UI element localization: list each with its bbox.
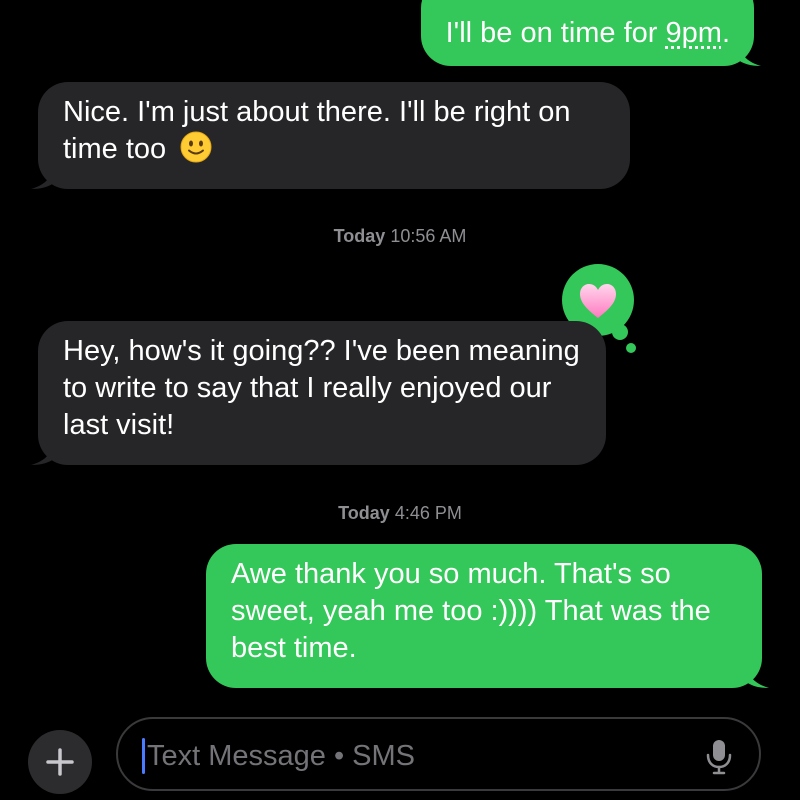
sent-message-bubble[interactable]: I'll be on time for 9pm.: [420, 0, 761, 66]
received-message-bubble[interactable]: Nice. I'm just about there. I'll be righ…: [31, 82, 630, 189]
sent-message-bubble[interactable]: Awe thank you so much. That's so sweet, …: [206, 544, 769, 688]
bubble-tail: [737, 40, 761, 66]
add-attachment-button[interactable]: [28, 730, 92, 794]
message-text-field[interactable]: Text Message • SMS: [116, 717, 761, 791]
messages-screen: I'll be on time for 9pm. Nice. I'm just …: [0, 0, 800, 800]
message-placeholder: Text Message • SMS: [147, 740, 416, 772]
timestamp-time: 4:46 PM: [394, 503, 462, 523]
received-message-bubble[interactable]: Hey, how's it going?? I've been meaning …: [31, 321, 606, 465]
text-caret: [142, 738, 145, 774]
timestamp-day: Today: [333, 226, 386, 246]
bubble-tail: [31, 439, 55, 465]
message-text: I'll be on time for: [445, 17, 666, 49]
time-link[interactable]: 9pm: [666, 17, 722, 49]
message-text: Awe thank you so much. That's so sweet, …: [231, 558, 711, 664]
slightly-smiling-face-emoji: [180, 131, 212, 163]
timestamp: Today 4:46 PM: [0, 503, 800, 524]
microphone-icon[interactable]: [704, 737, 734, 777]
message-text-end: .: [721, 17, 730, 49]
message-text: Nice. I'm just about there. I'll be righ…: [63, 96, 571, 165]
bubble-tail: [31, 163, 55, 189]
bubble-tail: [745, 662, 769, 688]
message-text: Hey, how's it going?? I've been meaning …: [63, 335, 580, 441]
timestamp-time: 10:56 AM: [390, 226, 467, 246]
plus-icon: [46, 748, 74, 776]
message-input-bar: Text Message • SMS: [0, 712, 800, 800]
timestamp: Today 10:56 AM: [0, 226, 800, 247]
timestamp-day: Today: [338, 503, 390, 523]
